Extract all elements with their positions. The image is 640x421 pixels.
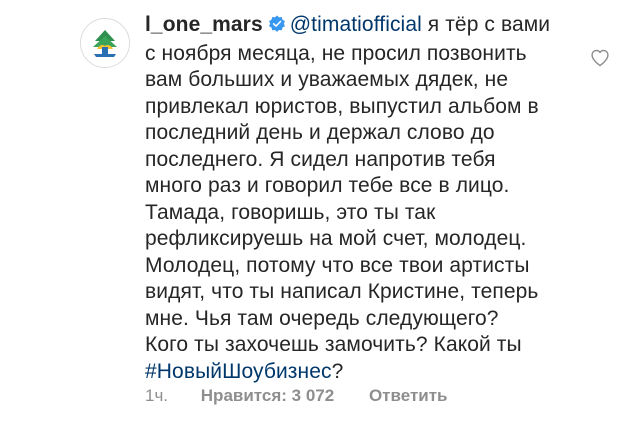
comment-line: рефликсируешь на мой счет, молодец. [145,227,527,250]
comment: l_one_mars @timatiofficial я тёр с вами с… [0,0,640,421]
comment-line: видят, что ты написал Кристине, теперь [145,280,539,303]
heart-icon [591,49,609,67]
comment-line: много раз и говорил тебе все в лицо. [145,174,510,197]
likes-count[interactable]: Нравится: 3 072 [201,386,334,405]
comment-line: Кого ты захочешь замочить? Какой ты [145,333,522,356]
comment-time[interactable]: 1ч. [145,386,168,405]
comment-line: последнего. Я сидел напротив тебя [145,147,496,171]
comment-line: последний день и держал слово до [145,121,495,144]
avatar[interactable] [80,18,130,68]
comment-line: Тамада, говоришь, это ты так [145,200,436,224]
comment-line: привлекал юристов, выпустил альбом в [145,94,539,118]
hashtag-suffix: ? [331,359,344,383]
verified-badge-icon [268,14,286,41]
avatar-image [81,19,129,67]
username-link[interactable]: l_one_mars [145,13,263,36]
comment-meta: 1ч. Нравится: 3 072 Ответить [145,386,448,406]
comment-line-1: l_one_mars @timatiofficial я тёр с вами [145,12,585,41]
comment-line: вам больших и уважаемых дядек, не [145,68,509,91]
comment-line: с ноября месяца, не просил позвонить [145,41,527,65]
comment-line: мне. Чья там очередь следующего? [145,306,499,330]
comment-text: l_one_mars @timatiofficial я тёр с вами с… [145,12,585,385]
comment-text-start: я тёр с вами [421,13,551,36]
reply-button[interactable]: Ответить [369,386,448,405]
like-button[interactable] [590,48,610,68]
hashtag-link[interactable]: #НовыйШоубизнес [145,360,332,383]
comment-line-last: #НовыйШоубизнес? [145,359,585,386]
comment-line: Молодец, потому что все твои артисты [145,253,530,277]
mention-link[interactable]: @timatiofficial [290,13,422,36]
